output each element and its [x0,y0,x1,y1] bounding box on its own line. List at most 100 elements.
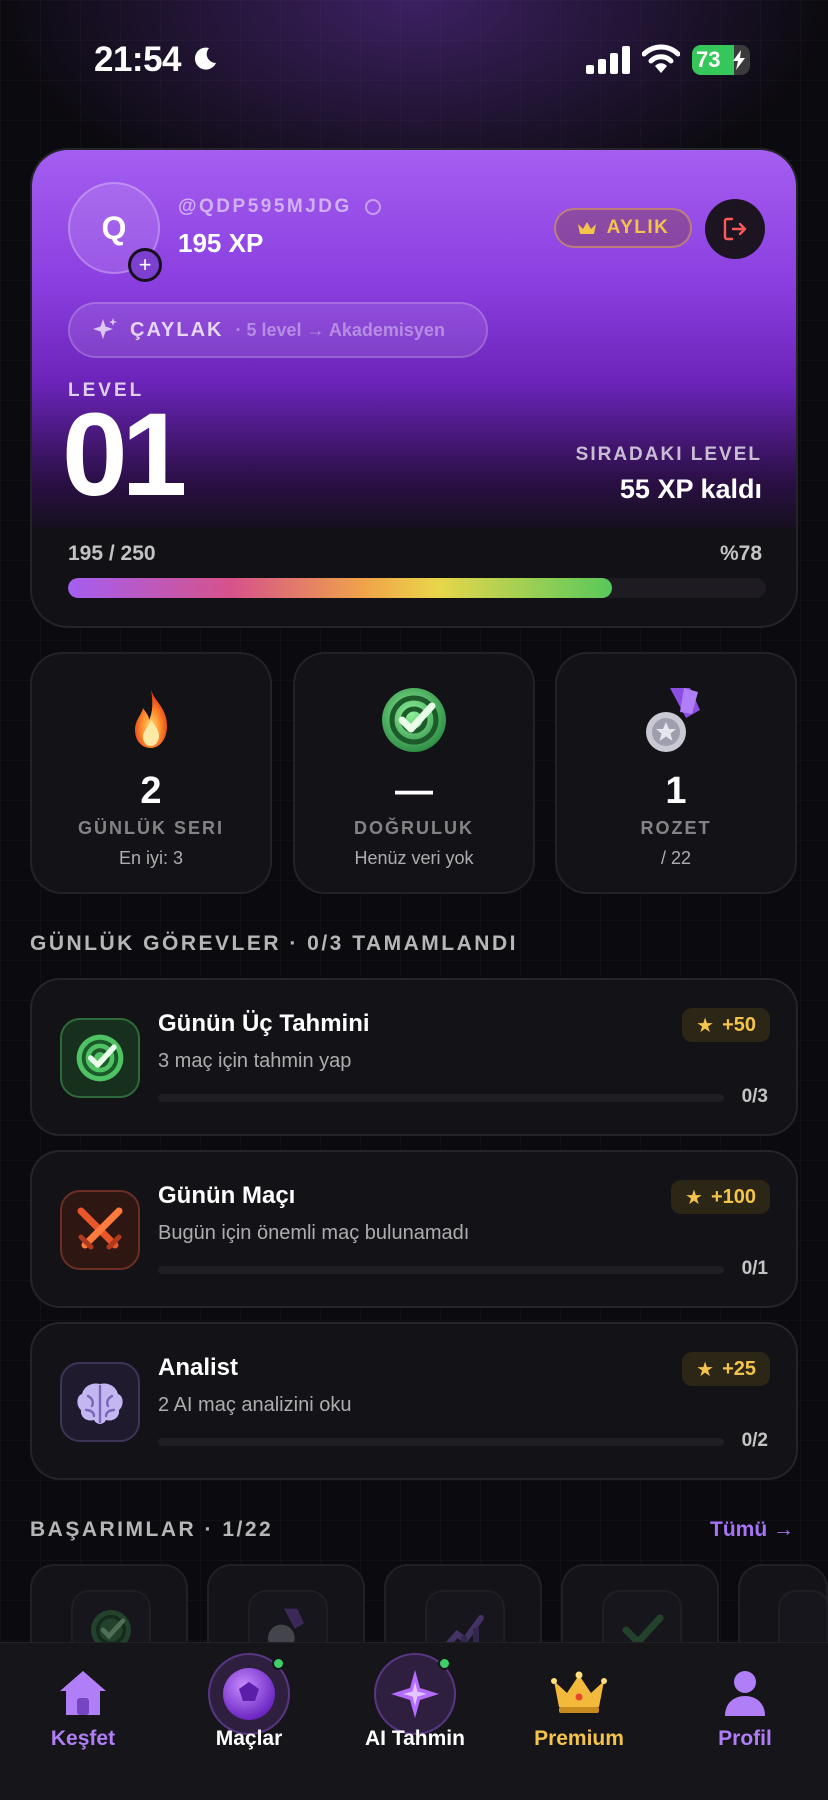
stat-card-accuracy[interactable]: — DOĞRULUK Henüz veri yok [293,652,535,894]
nav-item-profil[interactable]: Profil [662,1643,828,1763]
username: @QDP595MJDG [178,196,352,217]
rank-pill[interactable]: ÇAYLAK · 5 level → Akademisyen [68,302,488,358]
nav-icon [55,1665,111,1721]
battery-charging-icon [733,50,745,70]
status-time: 21:54 [94,40,182,79]
nav-item-premium[interactable]: Premium [496,1643,662,1763]
rank-title: ÇAYLAK [130,318,224,341]
stat-sub: / 22 [660,848,692,868]
fire-icon [135,690,167,748]
xp-progress-fill [68,578,613,598]
nav-label: AI Tahmin [365,1727,465,1750]
user-icon [725,1671,765,1716]
avatar-initial: Q [101,209,127,246]
home-icon [60,1671,106,1715]
stat-sub: Henüz veri yok [354,848,474,868]
stat-card-badges[interactable]: 1 ROZET / 22 [555,652,797,894]
achievements-header: BAŞARIMLAR · 1/22 [30,1518,274,1541]
stat-card-streak[interactable]: 2 GÜNLÜK SERI En iyi: 3 [30,652,272,894]
task-reward-badge: ★ +25 [682,1352,770,1386]
task-title: Günün Üç Tahmini [158,1010,370,1037]
xp-total: 195 XP [178,228,264,258]
task-reward-value: +25 [722,1357,756,1380]
nav-notification-dot [438,1657,451,1670]
task-card[interactable]: Günün Maçı Bugün için önemli maç bulunam… [30,1150,798,1308]
nav-label: Maçlar [215,1727,283,1750]
level-number: 01 [62,389,187,521]
task-card[interactable]: Analist 2 AI maç analizini oku ★ +25 0/2 [30,1322,798,1480]
nav-icon [717,1665,773,1721]
task-progress-count: 0/2 [741,1430,768,1451]
ball-icon [223,1668,275,1720]
crossed-swords-icon [77,1207,123,1250]
plus-icon: + [138,252,152,277]
task-progress-track [158,1266,724,1274]
xp-progress-percent: %78 [719,542,762,565]
task-icon-box [60,1362,140,1442]
moon-icon [194,47,216,70]
crown-icon [577,222,596,234]
task-progress-count: 0/1 [741,1258,768,1279]
task-description: 3 maç için tahmin yap [158,1050,352,1072]
profile-card: Q + @QDP595MJDG 195 XP AYLIK ÇAYLAK · 5 … [30,148,798,628]
nav-notification-dot [272,1657,285,1670]
task-icon-box [60,1018,140,1098]
task-reward-value: +50 [722,1013,756,1036]
star-icon: ★ [696,1014,715,1037]
task-title: Analist [158,1354,239,1381]
nav-item-kesfet[interactable]: Keşfet [0,1643,166,1763]
see-all-achievements-link[interactable]: Tümü → [710,1518,794,1542]
star-icon: ★ [685,1186,703,1209]
stat-label: DOĞRULUK [354,818,474,838]
nav-item-maclar[interactable]: Maçlar [166,1643,332,1763]
battery-indicator: 73 [692,45,750,75]
daily-tasks-header: GÜNLÜK GÖREVLER · 0/3 TAMAMLANDI [30,932,518,955]
plan-badge-label: AYLIK [606,217,670,238]
battery-percent: 73 [696,47,721,72]
stat-value: 1 [665,770,687,812]
logout-icon [723,217,747,241]
nav-icon [551,1665,607,1721]
task-reward-badge: ★ +100 [671,1180,770,1214]
next-level-value: 55 XP kaldı [619,474,762,504]
star-icon: ★ [696,1358,715,1381]
task-progress-track [158,1094,724,1102]
sparkle-icon [93,318,117,339]
xp-progress-track [68,578,766,598]
brain-icon [77,1383,123,1424]
signal-icon [586,46,630,74]
task-progress-count: 0/3 [741,1086,768,1107]
task-reward-badge: ★ +50 [682,1008,770,1042]
stat-value: — [395,770,433,812]
stat-label: GÜNLÜK SERI [77,818,224,838]
stat-label: ROZET [640,818,712,838]
medal-icon [646,688,700,752]
plan-badge[interactable]: AYLIK [554,208,692,248]
nav-label: Premium [534,1727,624,1750]
wifi-icon [642,44,680,73]
task-icon-box [60,1190,140,1270]
nav-label: Profil [718,1727,772,1750]
copy-username-icon[interactable] [365,199,381,215]
task-reward-value: +100 [710,1185,756,1208]
sparkle-icon [391,1670,439,1718]
task-title: Günün Maçı [158,1182,296,1209]
xp-progress-text: 195 / 250 [68,542,156,565]
target-icon [76,1034,124,1082]
nav-label: Keşfet [50,1727,116,1750]
stat-sub: En iyi: 3 [118,848,184,868]
rank-subtitle: · 5 level → Akademisyen [235,319,445,340]
task-progress-track [158,1438,724,1446]
task-description: 2 AI maç analizini oku [158,1394,352,1416]
stat-value: 2 [140,770,162,812]
logout-button[interactable] [705,199,765,259]
target-icon [382,688,446,752]
add-avatar-button[interactable]: + [128,248,162,282]
nav-item-ai-tahmin[interactable]: AI Tahmin [332,1643,498,1763]
crown-icon [551,1671,607,1713]
task-description: Bugün için önemli maç bulunamadı [158,1222,470,1244]
status-bar: 21:54 73 [0,0,828,120]
task-card[interactable]: Günün Üç Tahmini 3 maç için tahmin yap ★… [30,978,798,1136]
next-level-label: SIRADAKI LEVEL [575,444,762,465]
bottom-navigation: Keşfet Maçlar AI Tahmin Premium Profil [0,1642,828,1800]
